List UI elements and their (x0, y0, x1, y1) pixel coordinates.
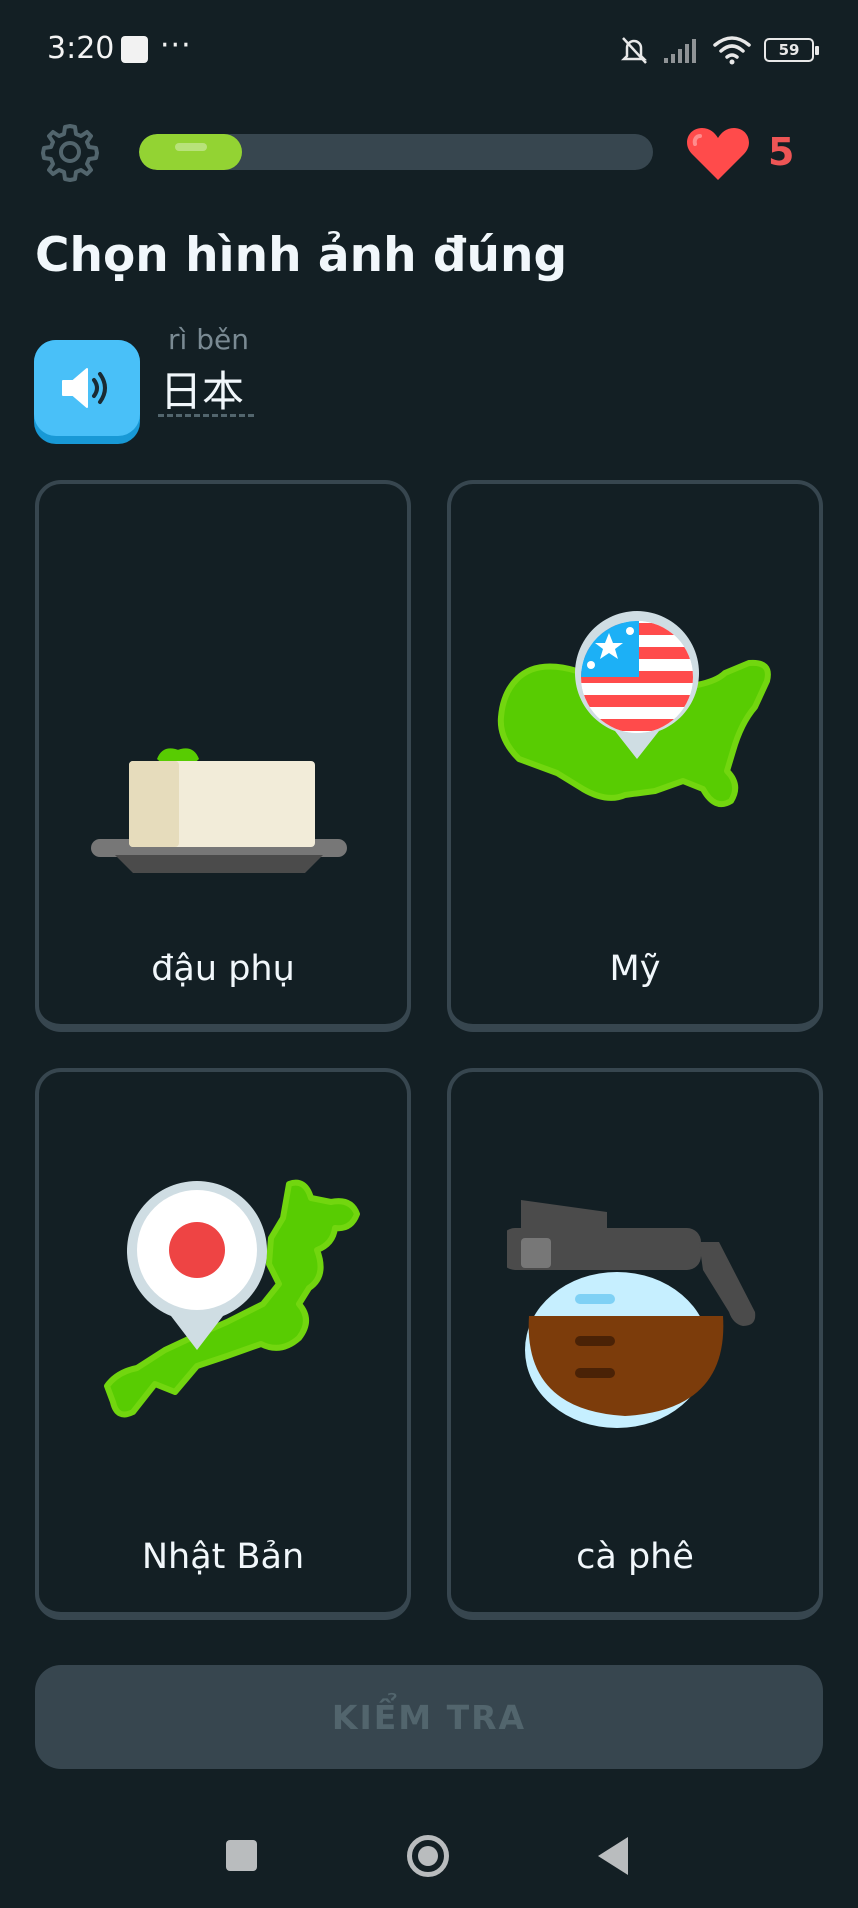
recent-apps-button[interactable] (226, 1840, 257, 1871)
battery-icon: 59 (764, 38, 819, 62)
pinyin-hint: rì běn (168, 323, 249, 356)
hearts-count: 5 (768, 130, 795, 174)
status-more: ··· (160, 28, 192, 63)
choice-label: Nhật Bản (141, 1537, 305, 1577)
lesson-progress-fill (139, 134, 242, 170)
signal-icon (664, 39, 696, 63)
page-title: Chọn hình ảnh đúng (35, 228, 568, 283)
speaker-icon (62, 368, 107, 408)
speaker-button[interactable] (34, 340, 140, 444)
choice-label: đậu phụ (151, 949, 295, 989)
back-button[interactable] (598, 1837, 628, 1875)
coffee-pot-icon (507, 1200, 756, 1428)
gear-icon[interactable] (38, 120, 102, 184)
choice-label: cà phê (576, 1537, 694, 1577)
status-time: 3:20 (47, 31, 115, 66)
check-button[interactable]: KIỂM TRA (35, 1665, 823, 1769)
heart-icon (687, 128, 749, 180)
check-button-label: KIỂM TRA (331, 1697, 527, 1737)
wifi-icon (713, 36, 751, 65)
word-underline (158, 414, 254, 417)
lesson-progress-bar (139, 134, 653, 170)
tofu-icon (91, 748, 347, 873)
choice-card-usa[interactable]: Mỹ (447, 480, 823, 1032)
notification-square-icon (121, 36, 148, 63)
choice-card-japan[interactable]: Nhật Bản (35, 1068, 411, 1620)
progress-shine (175, 143, 207, 151)
usa-map-icon (497, 611, 771, 807)
home-button[interactable] (407, 1835, 449, 1877)
status-icons: 59 (618, 30, 819, 70)
japan-map-icon (104, 1179, 360, 1418)
speaker-button-face (34, 340, 140, 436)
choice-card-tofu[interactable]: đậu phụ (35, 480, 411, 1032)
status-bar: 3:20 ··· 59 (0, 0, 858, 100)
battery-level: 59 (778, 41, 800, 59)
bell-off-icon (620, 37, 648, 64)
target-word[interactable]: 日本 (160, 358, 244, 419)
choice-card-coffee[interactable]: cà phê (447, 1068, 823, 1620)
choice-label: Mỹ (609, 949, 661, 989)
